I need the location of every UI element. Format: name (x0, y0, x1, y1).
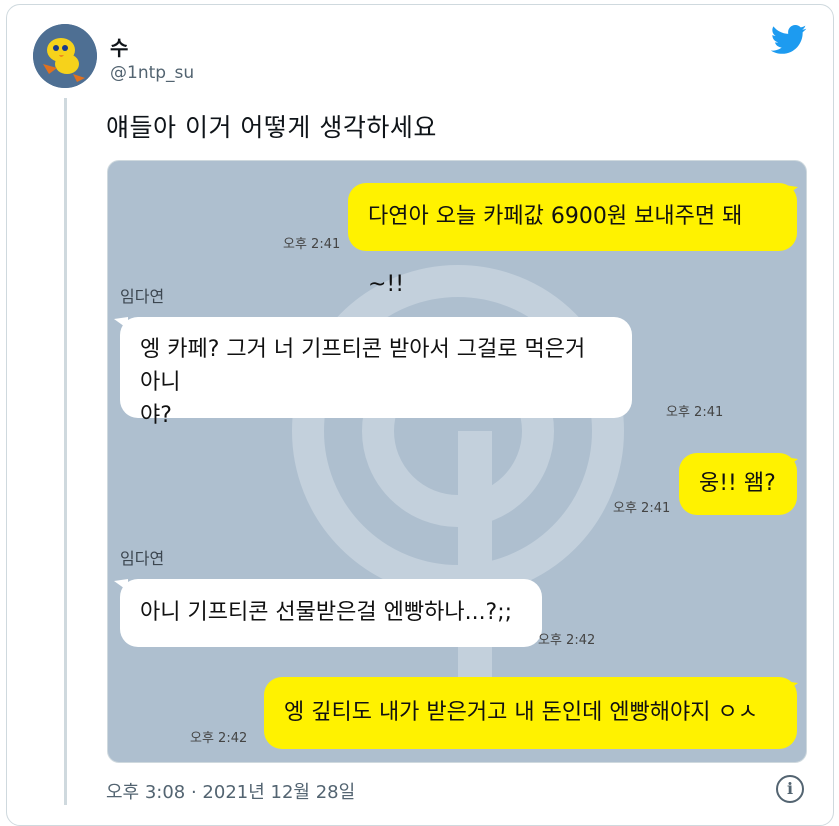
message-line: 엥 카페? 그거 너 기프티콘 받아서 그걸로 먹은거 아니 (140, 337, 586, 395)
sender-name: 임다연 (120, 549, 165, 568)
info-icon[interactable]: i (776, 775, 804, 803)
twitter-bird-icon[interactable] (771, 25, 807, 55)
message-time: 오후 2:42 (190, 731, 248, 746)
bubble-tail-icon (114, 579, 128, 591)
display-name[interactable]: 수 (110, 32, 128, 61)
avatar[interactable] (33, 24, 97, 88)
user-handle[interactable]: @1ntp_su (110, 63, 194, 83)
tweet-text: 얘들아 이거 어떻게 생각하세요 (106, 113, 437, 142)
message-time: 오후 2:41 (666, 405, 724, 420)
tweet-timestamp[interactable]: 오후 3:08 · 2021년 12월 28일 (106, 778, 355, 804)
chat-screenshot[interactable]: 오후 2:41 다연아 오늘 카페값 6900원 보내주면 돼~!! 임다연 엥… (107, 160, 807, 763)
message-bubble-received[interactable]: 아니 기프티콘 선물받은걸 엔빵하나...?;; (120, 579, 542, 647)
sender-name: 임다연 (120, 287, 165, 306)
bubble-tail-icon (114, 317, 128, 329)
thread-line (64, 98, 67, 805)
message-time: 오후 2:41 (283, 237, 341, 252)
message-bubble-sent[interactable]: 다연아 오늘 카페값 6900원 보내주면 돼~!! (348, 183, 797, 297)
bubble-tail-icon (784, 457, 798, 469)
message-bubble-received[interactable]: 엥 카페? 그거 너 기프티콘 받아서 그걸로 먹은거 아니 야? (120, 317, 632, 428)
message-line: 야? (140, 403, 172, 428)
message-time: 오후 2:41 (613, 501, 671, 516)
bubble-tail-icon (784, 185, 798, 197)
message-time: 오후 2:42 (538, 633, 596, 648)
message-bubble-sent[interactable]: 웅!! 왬? (679, 453, 797, 515)
bubble-tail-icon (784, 681, 798, 693)
message-bubble-sent[interactable]: 엥 깊티도 내가 받은거고 내 돈인데 엔빵해야지 ㅇㅅㅇ (264, 677, 797, 749)
